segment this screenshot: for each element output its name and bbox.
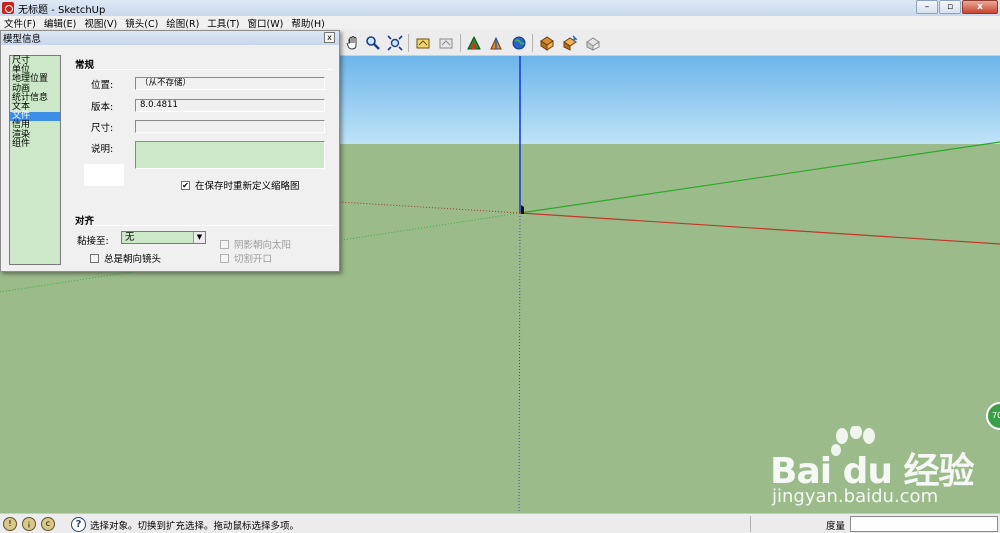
zoom-extents-icon[interactable] [385, 33, 405, 53]
blue-axis-negative [518, 212, 521, 513]
google-earth-icon[interactable] [509, 33, 529, 53]
menu-bar: 文件(F) 编辑(E) 视图(V) 镜头(C) 绘图(R) 工具(T) 窗口(W… [0, 16, 1000, 30]
title-bar: 无标题 - SketchUp – ▫ x [0, 0, 1000, 16]
baidu-watermark: Bai du 经验 jingyan.baidu.com [770, 426, 980, 512]
category-list: 尺寸 单位 地理位置 动画 统计信息 文本 文件 信用 渲染 组件 [9, 55, 61, 265]
glue-to-select[interactable]: 无 ▼ [121, 231, 206, 244]
size-field [135, 120, 325, 133]
help-icon[interactable]: ? [71, 517, 86, 532]
glue-to-label: 黏接至: [77, 236, 109, 247]
menu-window[interactable]: 窗口(W) [248, 16, 284, 30]
maximize-button[interactable]: ▫ [939, 0, 961, 14]
zoom-icon[interactable] [363, 33, 383, 53]
dropdown-arrow-icon: ▼ [193, 232, 205, 243]
shadows-face-sun-checkbox[interactable]: 阴影朝向太阳 [220, 237, 291, 251]
status-bar: ! ¡ c ? 选择对象。切换到扩充选择。拖动鼠标选择多项。 度量 [0, 513, 1000, 533]
version-label: 版本: [91, 102, 114, 113]
credits-icon[interactable]: ¡ [22, 517, 36, 531]
dialog-title: 模型信息 [3, 34, 42, 45]
model-info-dialog: 模型信息 x 尺寸 单位 地理位置 动画 统计信息 文本 文件 信用 渲染 组件… [0, 30, 340, 272]
watermark-url: jingyan.baidu.com [772, 486, 939, 507]
section-divider [75, 69, 333, 70]
dialog-close-button[interactable]: x [324, 32, 335, 43]
window-controls: – ▫ x [915, 0, 998, 14]
cut-opening-label: 切割开口 [234, 254, 273, 265]
measurements-input[interactable] [850, 516, 998, 532]
section-divider [75, 225, 333, 226]
red-axis [519, 212, 1000, 245]
checkbox-checked-icon: ✔ [181, 180, 190, 190]
version-field: 8.0.4811 [135, 99, 325, 112]
menu-help[interactable]: 帮助(H) [291, 16, 325, 30]
get-components-icon[interactable] [537, 33, 557, 53]
next-view-icon[interactable] [436, 33, 456, 53]
size-label: 尺寸: [91, 123, 114, 134]
description-field[interactable] [135, 141, 325, 169]
geo-location-icon[interactable]: ! [3, 517, 17, 531]
menu-tools[interactable]: 工具(T) [207, 16, 239, 30]
model-thumbnail [84, 164, 124, 186]
description-label: 说明: [91, 144, 114, 155]
redefine-thumbnail-checkbox[interactable]: ✔ 在保存时重新定义缩略图 [181, 178, 300, 192]
status-separator [750, 516, 751, 532]
red-axis-negative [339, 201, 521, 214]
pan-icon[interactable] [343, 33, 363, 53]
menu-view[interactable]: 视图(V) [84, 16, 117, 30]
dialog-title-bar[interactable]: 模型信息 x [1, 31, 339, 45]
category-components[interactable]: 组件 [10, 139, 60, 149]
user-icon[interactable]: c [41, 517, 55, 531]
checkbox-icon [220, 253, 229, 263]
menu-file[interactable]: 文件(F) [4, 16, 36, 30]
glue-to-value: 无 [125, 232, 135, 243]
share-model-icon[interactable] [486, 33, 506, 53]
menu-camera[interactable]: 镜头(C) [125, 16, 158, 30]
checkbox-icon [90, 253, 99, 263]
measurements-label: 度量 [826, 521, 846, 532]
green-axis [519, 141, 1000, 214]
window-title: 无标题 - SketchUp [18, 4, 106, 16]
toolbar-separator [532, 34, 533, 52]
previous-view-icon[interactable] [413, 33, 433, 53]
sketchup-logo-icon [2, 2, 14, 14]
share-component-icon[interactable] [560, 33, 580, 53]
close-button[interactable]: x [962, 0, 998, 14]
warehouse-icon[interactable] [583, 33, 603, 53]
toolbar-separator [460, 34, 461, 52]
menu-draw[interactable]: 绘图(R) [166, 16, 199, 30]
location-label: 位置: [91, 80, 114, 91]
get-models-icon[interactable] [464, 33, 484, 53]
toolbar-separator [408, 34, 409, 52]
status-hint: 选择对象。切换到扩充选择。拖动鼠标选择多项。 [90, 521, 300, 532]
menu-edit[interactable]: 编辑(E) [44, 16, 76, 30]
checkbox-icon [220, 239, 229, 249]
cut-opening-checkbox[interactable]: 切割开口 [220, 251, 272, 265]
shadows-face-sun-label: 阴影朝向太阳 [234, 240, 292, 251]
location-field: （从不存储） [135, 77, 325, 90]
person-figure-icon[interactable] [521, 205, 524, 214]
redefine-thumbnail-label: 在保存时重新定义缩略图 [195, 181, 300, 192]
minimize-button[interactable]: – [916, 0, 938, 14]
always-face-camera-checkbox[interactable]: 总是朝向镜头 [90, 251, 161, 265]
always-face-camera-label: 总是朝向镜头 [104, 254, 162, 265]
